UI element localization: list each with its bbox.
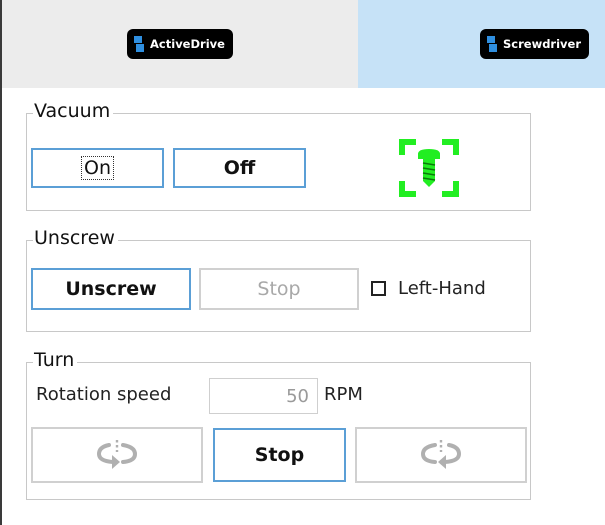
vacuum-group: Vacuum On Off	[26, 99, 531, 211]
unscrew-stop-label: Stop	[257, 278, 301, 300]
rotation-speed-unit: RPM	[324, 384, 363, 405]
rotate-cw-button[interactable]	[355, 427, 527, 483]
vacuum-off-button[interactable]: Off	[173, 148, 306, 188]
tab-activedrive-badge: ActiveDrive	[127, 29, 233, 59]
tab-activedrive[interactable]: ActiveDrive	[2, 0, 358, 88]
screw-detected-icon	[399, 139, 459, 197]
tab-bar: ActiveDrive Screwdriver	[2, 0, 605, 88]
vacuum-group-title: Vacuum	[33, 99, 114, 123]
vacuum-off-label: Off	[223, 157, 256, 179]
unscrew-group-title: Unscrew	[33, 226, 118, 250]
unscrew-stop-button[interactable]: Stop	[199, 268, 359, 310]
rotation-speed-input[interactable]	[209, 378, 318, 414]
unscrew-button[interactable]: Unscrew	[31, 268, 191, 310]
unscrew-button-label: Unscrew	[65, 278, 157, 300]
left-hand-toggle[interactable]: Left-Hand	[371, 278, 486, 299]
tab-screwdriver[interactable]: Screwdriver	[358, 0, 605, 88]
turn-stop-button[interactable]: Stop	[213, 428, 346, 482]
turn-stop-label: Stop	[254, 444, 305, 466]
left-hand-checkbox[interactable]	[371, 281, 386, 296]
brand-logo-icon	[134, 36, 145, 52]
rotate-clockwise-icon	[420, 440, 462, 469]
tab-screwdriver-badge: Screwdriver	[480, 29, 590, 59]
rotate-counterclockwise-icon	[96, 440, 138, 469]
vacuum-on-label: On	[81, 156, 114, 180]
vacuum-on-button[interactable]: On	[31, 148, 164, 188]
brand-logo-icon	[487, 36, 497, 52]
turn-group-title: Turn	[33, 348, 78, 372]
turn-group: Turn Rotation speed RPM Stop	[26, 348, 531, 500]
left-hand-label: Left-Hand	[398, 278, 486, 299]
rotation-speed-label: Rotation speed	[36, 384, 172, 405]
rotate-ccw-button[interactable]	[31, 427, 203, 483]
tab-activedrive-label: ActiveDrive	[150, 37, 225, 51]
unscrew-group: Unscrew Unscrew Stop Left-Hand	[26, 226, 531, 332]
tab-screwdriver-label: Screwdriver	[503, 37, 582, 51]
